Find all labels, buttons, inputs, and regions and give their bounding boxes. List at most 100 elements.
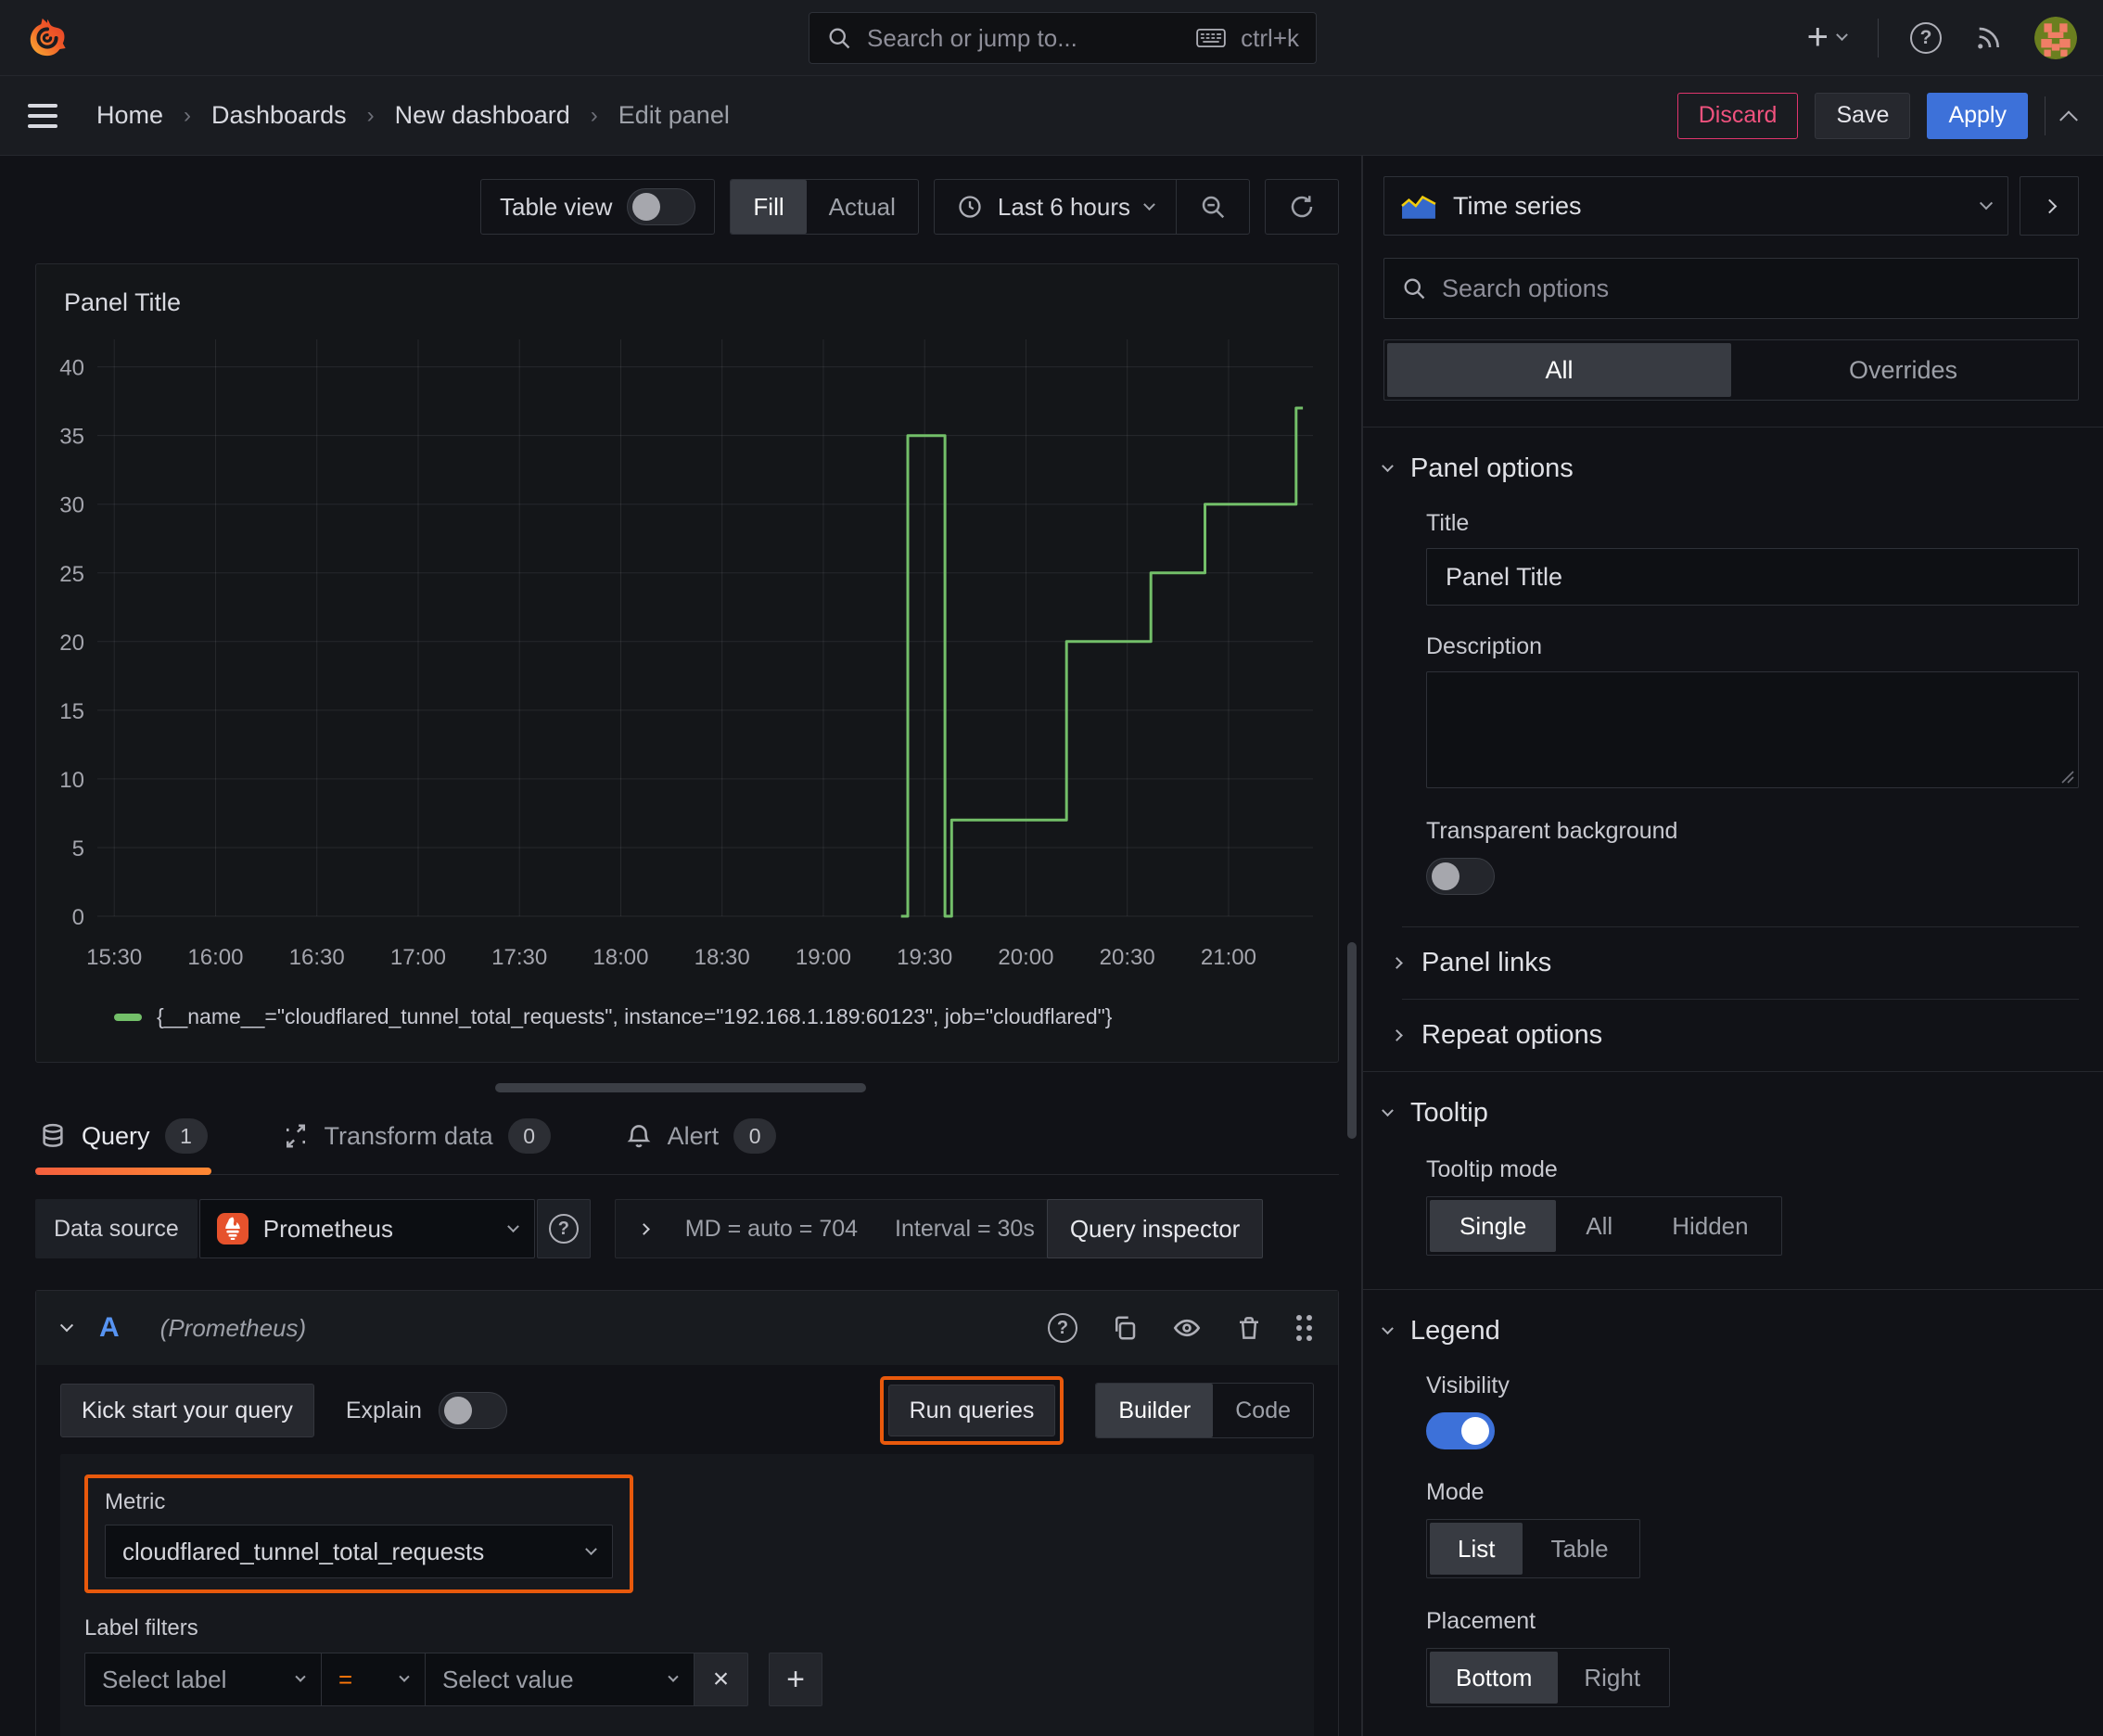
breadcrumb-separator: › — [184, 102, 192, 128]
scrollbar-thumb[interactable] — [1347, 942, 1357, 1139]
chevron-down-icon — [1382, 460, 1394, 473]
tab-transform-data[interactable]: Transform data 0 — [278, 1105, 554, 1174]
chevron-down-icon — [1979, 197, 1994, 211]
save-button[interactable]: Save — [1815, 92, 1911, 139]
duplicate-query-icon[interactable] — [1111, 1314, 1139, 1342]
legend-section-header[interactable]: Legend — [1382, 1316, 2079, 1347]
svg-text:20: 20 — [59, 631, 84, 656]
disable-query-eye-icon[interactable] — [1172, 1313, 1202, 1343]
transparent-bg-label: Transparent background — [1426, 818, 1678, 844]
select-label-dropdown[interactable]: Select label — [84, 1653, 322, 1706]
prometheus-icon — [216, 1213, 249, 1245]
collapse-up-icon[interactable] — [2059, 109, 2078, 129]
time-series-viz-icon — [1401, 192, 1436, 220]
remove-filter-button[interactable]: × — [695, 1653, 748, 1706]
legend-label[interactable]: {__name__="cloudflared_tunnel_total_requ… — [157, 1004, 1112, 1029]
breadcrumb: Home › Dashboards › New dashboard › Edit… — [96, 101, 730, 130]
panel-links-section[interactable]: Panel links — [1391, 927, 2079, 999]
select-value-dropdown[interactable]: Select value — [426, 1653, 695, 1706]
kick-start-button[interactable]: Kick start your query — [60, 1384, 314, 1437]
visualization-picker[interactable]: Time series — [1383, 176, 2008, 236]
global-search[interactable]: ctrl+k — [809, 12, 1317, 64]
add-filter-button[interactable]: + — [769, 1653, 822, 1706]
time-series-chart[interactable]: 15:30 16:00 16:30 17:00 17:30 18:00 18:30 19:00… — [42, 325, 1326, 985]
options-search[interactable] — [1383, 258, 2079, 319]
table-view-toggle[interactable] — [627, 188, 696, 225]
all-overrides-tabs: All Overrides — [1383, 339, 2079, 401]
placement-label: Placement — [1426, 1608, 1536, 1634]
transparent-bg-toggle[interactable] — [1426, 858, 1495, 895]
svg-text:17:00: 17:00 — [390, 945, 446, 970]
run-queries-button[interactable]: Run queries — [887, 1385, 1056, 1436]
placement-bottom[interactable]: Bottom — [1430, 1652, 1559, 1704]
title-label: Title — [1426, 510, 1470, 536]
breadcrumb-new-dashboard[interactable]: New dashboard — [395, 101, 570, 130]
datasource-picker[interactable]: Prometheus — [198, 1199, 535, 1258]
tab-query[interactable]: Query 1 — [35, 1105, 211, 1175]
tooltip-section-header[interactable]: Tooltip — [1382, 1098, 2079, 1129]
table-view-label: Table view — [500, 192, 613, 221]
datasource-help-button[interactable]: ? — [536, 1199, 591, 1258]
open-viz-list-button[interactable] — [2020, 176, 2079, 236]
time-range-label: Last 6 hours — [997, 192, 1130, 221]
tooltip-mode-single[interactable]: Single — [1430, 1200, 1557, 1252]
user-avatar[interactable] — [2034, 16, 2077, 59]
drag-handle-icon[interactable] — [1296, 1315, 1312, 1341]
time-range-picker[interactable]: Last 6 hours — [935, 180, 1176, 234]
grafana-logo[interactable] — [26, 17, 69, 59]
svg-text:16:00: 16:00 — [187, 945, 243, 970]
breadcrumb-home[interactable]: Home — [96, 101, 163, 130]
query-datasource-hint: (Prometheus) — [159, 1313, 307, 1342]
news-icon[interactable] — [1973, 23, 2003, 53]
legend-visibility-toggle[interactable] — [1426, 1412, 1495, 1449]
svg-text:5: 5 — [72, 836, 84, 862]
refresh-button[interactable] — [1266, 180, 1338, 234]
tab-alert-count: 0 — [733, 1118, 777, 1154]
repeat-options-section[interactable]: Repeat options — [1391, 1000, 2079, 1071]
query-help-icon[interactable]: ? — [1048, 1313, 1077, 1343]
discard-button[interactable]: Discard — [1676, 92, 1799, 139]
svg-text:15: 15 — [59, 699, 84, 724]
visibility-label: Visibility — [1426, 1372, 1510, 1398]
tooltip-mode-all[interactable]: All — [1556, 1200, 1642, 1252]
breadcrumb-dashboards[interactable]: Dashboards — [211, 101, 347, 130]
placement-right[interactable]: Right — [1558, 1652, 1666, 1704]
zoom-out-button[interactable] — [1177, 180, 1249, 234]
legend-mode-list[interactable]: List — [1430, 1523, 1523, 1575]
tab-overrides[interactable]: Overrides — [1731, 343, 2075, 397]
code-mode-option[interactable]: Code — [1213, 1384, 1313, 1437]
svg-text:25: 25 — [59, 562, 84, 587]
svg-text:30: 30 — [59, 493, 84, 518]
options-search-input[interactable] — [1442, 274, 2061, 303]
builder-mode-option[interactable]: Builder — [1096, 1384, 1214, 1437]
panel-title-input[interactable] — [1426, 548, 2079, 606]
apply-button[interactable]: Apply — [1927, 92, 2028, 139]
global-search-input[interactable] — [867, 23, 1182, 53]
tooltip-mode-hidden[interactable]: Hidden — [1642, 1200, 1778, 1252]
pane-resize-handle[interactable] — [495, 1083, 866, 1092]
chart-legend: {__name__="cloudflared_tunnel_total_requ… — [36, 989, 1338, 1029]
panel-options-header[interactable]: Panel options — [1382, 453, 2079, 484]
help-icon[interactable]: ? — [1910, 21, 1942, 54]
tab-alert[interactable]: Alert 0 — [621, 1105, 781, 1174]
query-inspector-button[interactable]: Query inspector — [1046, 1199, 1264, 1258]
query-row-header[interactable]: A (Prometheus) ? — [36, 1291, 1338, 1365]
tab-all[interactable]: All — [1387, 343, 1731, 397]
metric-select[interactable]: cloudflared_tunnel_total_requests — [105, 1525, 613, 1578]
query-ref-id: A — [99, 1312, 120, 1343]
tooltip-mode-label: Tooltip mode — [1426, 1156, 1558, 1182]
panel-options-sidebar: Time series All Overrides — [1363, 156, 2103, 1736]
legend-mode-table[interactable]: Table — [1523, 1523, 1636, 1575]
delete-query-trash-icon[interactable] — [1235, 1314, 1263, 1342]
description-textarea[interactable] — [1426, 671, 2079, 788]
svg-text:19:00: 19:00 — [796, 945, 851, 970]
actual-option[interactable]: Actual — [807, 180, 918, 234]
chart-area[interactable]: 15:30 16:00 16:30 17:00 17:30 18:00 18:30 19:00… — [36, 317, 1338, 989]
menu-icon[interactable] — [28, 103, 57, 128]
operator-dropdown[interactable]: = — [322, 1653, 426, 1706]
panel-title: Panel Title — [64, 288, 182, 316]
add-menu-button[interactable]: + — [1807, 17, 1848, 58]
query-options-collapsed[interactable]: MD = auto = 704 Interval = 30s — [614, 1199, 1060, 1258]
explain-toggle[interactable] — [438, 1392, 507, 1429]
fill-option[interactable]: Fill — [731, 180, 807, 234]
